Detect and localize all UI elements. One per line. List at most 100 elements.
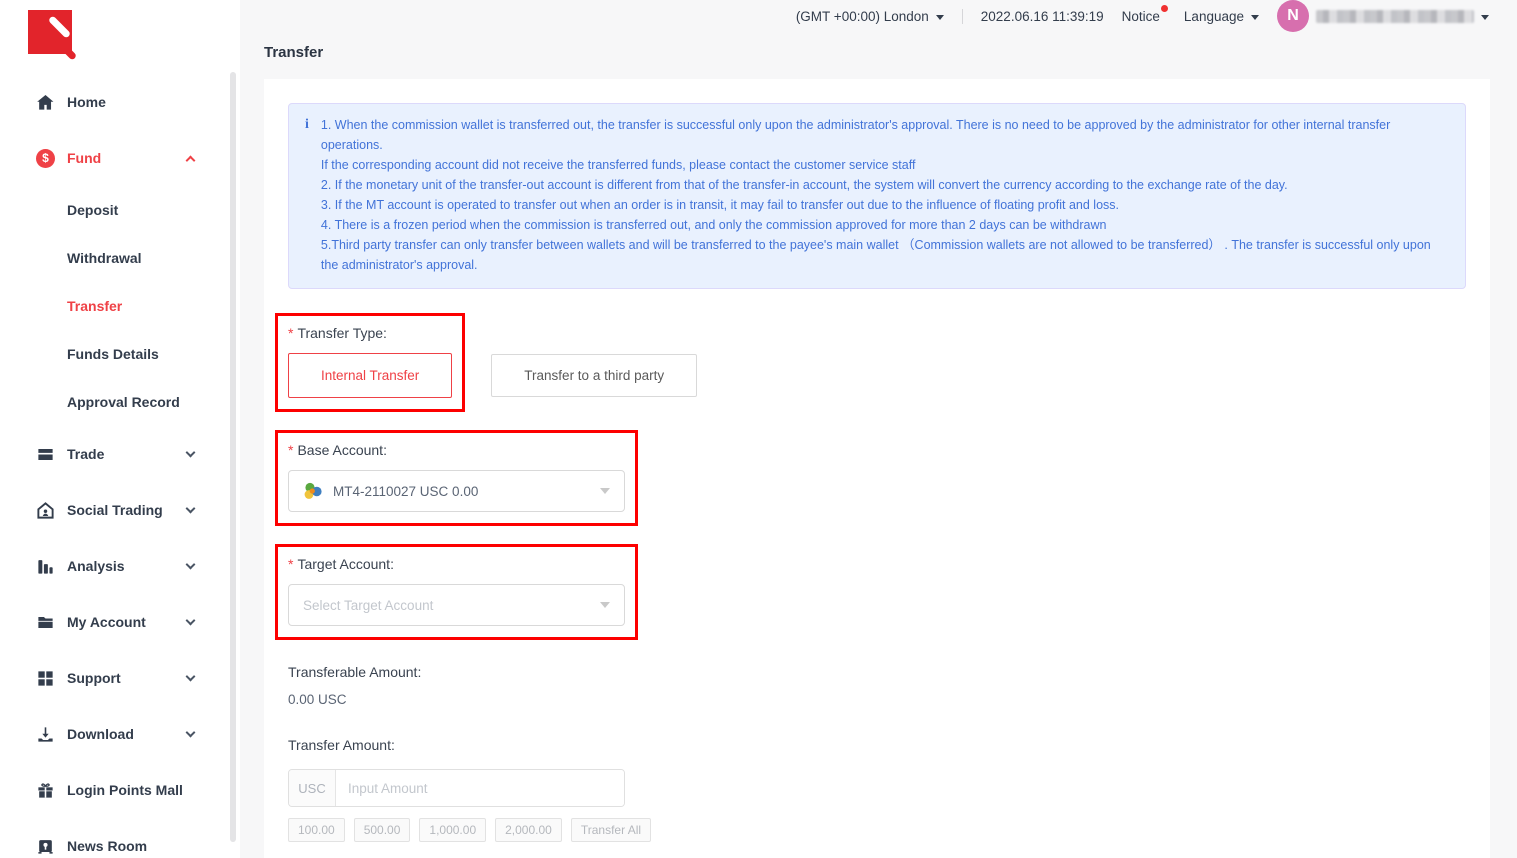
chevron-down-icon (186, 559, 196, 569)
annotation-box-target-account: *Target Account: Select Target Account (275, 544, 638, 640)
sidebar-item-home[interactable]: Home (0, 74, 240, 130)
select-caret-icon (600, 488, 610, 494)
base-account-select[interactable]: MT4-2110027 USC 0.00 (288, 470, 625, 512)
sidebar-item-label: Transfer (67, 298, 122, 314)
sidebar-item-deposit[interactable]: Deposit (0, 186, 240, 234)
target-account-select[interactable]: Select Target Account (288, 584, 625, 626)
currency-prefix: USC (289, 770, 336, 806)
transferable-amount-label: Transferable Amount: (288, 664, 1466, 680)
required-mark: * (288, 442, 293, 458)
chevron-down-icon (186, 671, 196, 681)
sidebar-item-download[interactable]: Download (0, 706, 240, 762)
language-label: Language (1184, 9, 1244, 24)
topbar-divider (962, 9, 963, 24)
sidebar-item-support[interactable]: Support (0, 650, 240, 706)
bar-chart-icon (36, 557, 55, 576)
sidebar-item-label: Analysis (67, 558, 125, 574)
info-icon: i (305, 115, 309, 275)
notice-line: 5.Third party transfer can only transfer… (321, 235, 1449, 275)
page-title: Transfer (240, 32, 1517, 75)
sidebar-item-label: Deposit (67, 202, 118, 218)
sidebar-item-approval-record[interactable]: Approval Record (0, 378, 240, 426)
transfer-type-section: *Transfer Type: Internal Transfer Transf… (288, 313, 1466, 430)
sidebar-item-social-trading[interactable]: Social Trading (0, 482, 240, 538)
target-account-section: *Target Account: Select Target Account (288, 544, 1466, 658)
target-account-placeholder: Select Target Account (303, 598, 433, 613)
notice-badge-dot (1161, 5, 1168, 12)
sidebar-item-label: News Room (67, 838, 147, 854)
chevron-down-icon (186, 447, 196, 457)
chevron-up-icon (186, 155, 196, 165)
grid-icon (36, 669, 55, 688)
notice-line: 1. When the commission wallet is transfe… (321, 115, 1449, 155)
quick-amount-button[interactable]: 500.00 (354, 818, 411, 842)
sidebar-item-label: Social Trading (67, 502, 163, 518)
caret-down-icon (1251, 15, 1259, 20)
brand-logo[interactable] (0, 0, 240, 64)
transferable-amount-section: Transferable Amount: 0.00 USC (288, 664, 1466, 707)
sidebar-item-label: My Account (67, 614, 146, 630)
sidebar-item-label: Approval Record (67, 394, 180, 410)
notice-line: 3. If the MT account is operated to tran… (321, 195, 1449, 215)
chevron-down-icon (186, 615, 196, 625)
transfer-amount-group: USC (288, 769, 625, 807)
sidebar-item-label: Login Points Mall (67, 782, 183, 798)
base-account-section: *Base Account: MT4-2110027 USC 0.00 (288, 430, 1466, 544)
transfer-amount-label: Transfer Amount: (288, 737, 1466, 753)
target-account-label: *Target Account: (288, 556, 625, 572)
quick-amount-row: 100.00 500.00 1,000.00 2,000.00 Transfer… (288, 818, 1466, 842)
download-icon (36, 725, 55, 744)
sidebar-item-trade[interactable]: Trade (0, 426, 240, 482)
sidebar: Home $ Fund Deposit Withdrawal Transfer … (0, 0, 240, 858)
main-area: (GMT +00:00) London 2022.06.16 11:39:19 … (240, 0, 1517, 858)
quick-amount-button[interactable]: 1,000.00 (419, 818, 486, 842)
sidebar-item-withdrawal[interactable]: Withdrawal (0, 234, 240, 282)
datetime-label: 2022.06.16 11:39:19 (981, 9, 1104, 24)
sidebar-item-label: Funds Details (67, 346, 159, 362)
transfer-all-button[interactable]: Transfer All (571, 818, 651, 842)
sidebar-item-login-points-mall[interactable]: Login Points Mall (0, 762, 240, 818)
required-mark: * (288, 325, 293, 341)
notice-box: i 1. When the commission wallet is trans… (288, 103, 1466, 289)
sidebar-item-label: Fund (67, 150, 101, 166)
select-caret-icon (600, 602, 610, 608)
mt4-logo-icon (303, 481, 323, 501)
sidebar-item-my-account[interactable]: My Account (0, 594, 240, 650)
sidebar-item-label: Home (67, 94, 106, 110)
quick-amount-button[interactable]: 2,000.00 (495, 818, 562, 842)
sidebar-item-news-room[interactable]: News Room (0, 818, 240, 858)
sidebar-item-label: Download (67, 726, 134, 742)
transferable-amount-value: 0.00 USC (288, 692, 1466, 707)
sidebar-item-analysis[interactable]: Analysis (0, 538, 240, 594)
transfer-amount-section: Transfer Amount: USC 100.00 500.00 1,000… (288, 737, 1466, 842)
user-name-redacted (1316, 10, 1474, 23)
sidebar-item-funds-details[interactable]: Funds Details (0, 330, 240, 378)
sidebar-item-label: Support (67, 670, 121, 686)
news-icon (36, 837, 55, 856)
chevron-down-icon (186, 727, 196, 737)
third-party-transfer-button[interactable]: Transfer to a third party (491, 354, 697, 397)
user-menu[interactable]: N (1277, 0, 1489, 32)
notice-lines: 1. When the commission wallet is transfe… (321, 115, 1449, 275)
notice-button[interactable]: Notice (1122, 9, 1166, 24)
timezone-selector[interactable]: (GMT +00:00) London (796, 9, 944, 24)
internal-transfer-button[interactable]: Internal Transfer (288, 353, 452, 398)
transfer-type-label: *Transfer Type: (288, 325, 452, 341)
sidebar-item-transfer[interactable]: Transfer (0, 282, 240, 330)
sidebar-menu: Home $ Fund Deposit Withdrawal Transfer … (0, 64, 240, 858)
caret-down-icon (936, 15, 944, 20)
annotation-box-transfer-type: *Transfer Type: Internal Transfer (275, 313, 465, 412)
server-datetime: 2022.06.16 11:39:19 (981, 9, 1104, 24)
avatar: N (1277, 0, 1309, 32)
gift-icon (36, 781, 55, 800)
notice-line: If the corresponding account did not rec… (321, 155, 1449, 175)
social-home-icon (36, 501, 55, 520)
dollar-circle-icon: $ (36, 149, 55, 168)
sidebar-scrollbar[interactable] (230, 72, 236, 842)
notice-line: 4. There is a frozen period when the com… (321, 215, 1449, 235)
transfer-amount-input[interactable] (336, 770, 624, 806)
language-selector[interactable]: Language (1184, 9, 1259, 24)
annotation-box-base-account: *Base Account: MT4-2110027 USC 0.00 (275, 430, 638, 526)
quick-amount-button[interactable]: 100.00 (288, 818, 345, 842)
sidebar-item-fund[interactable]: $ Fund (0, 130, 240, 186)
